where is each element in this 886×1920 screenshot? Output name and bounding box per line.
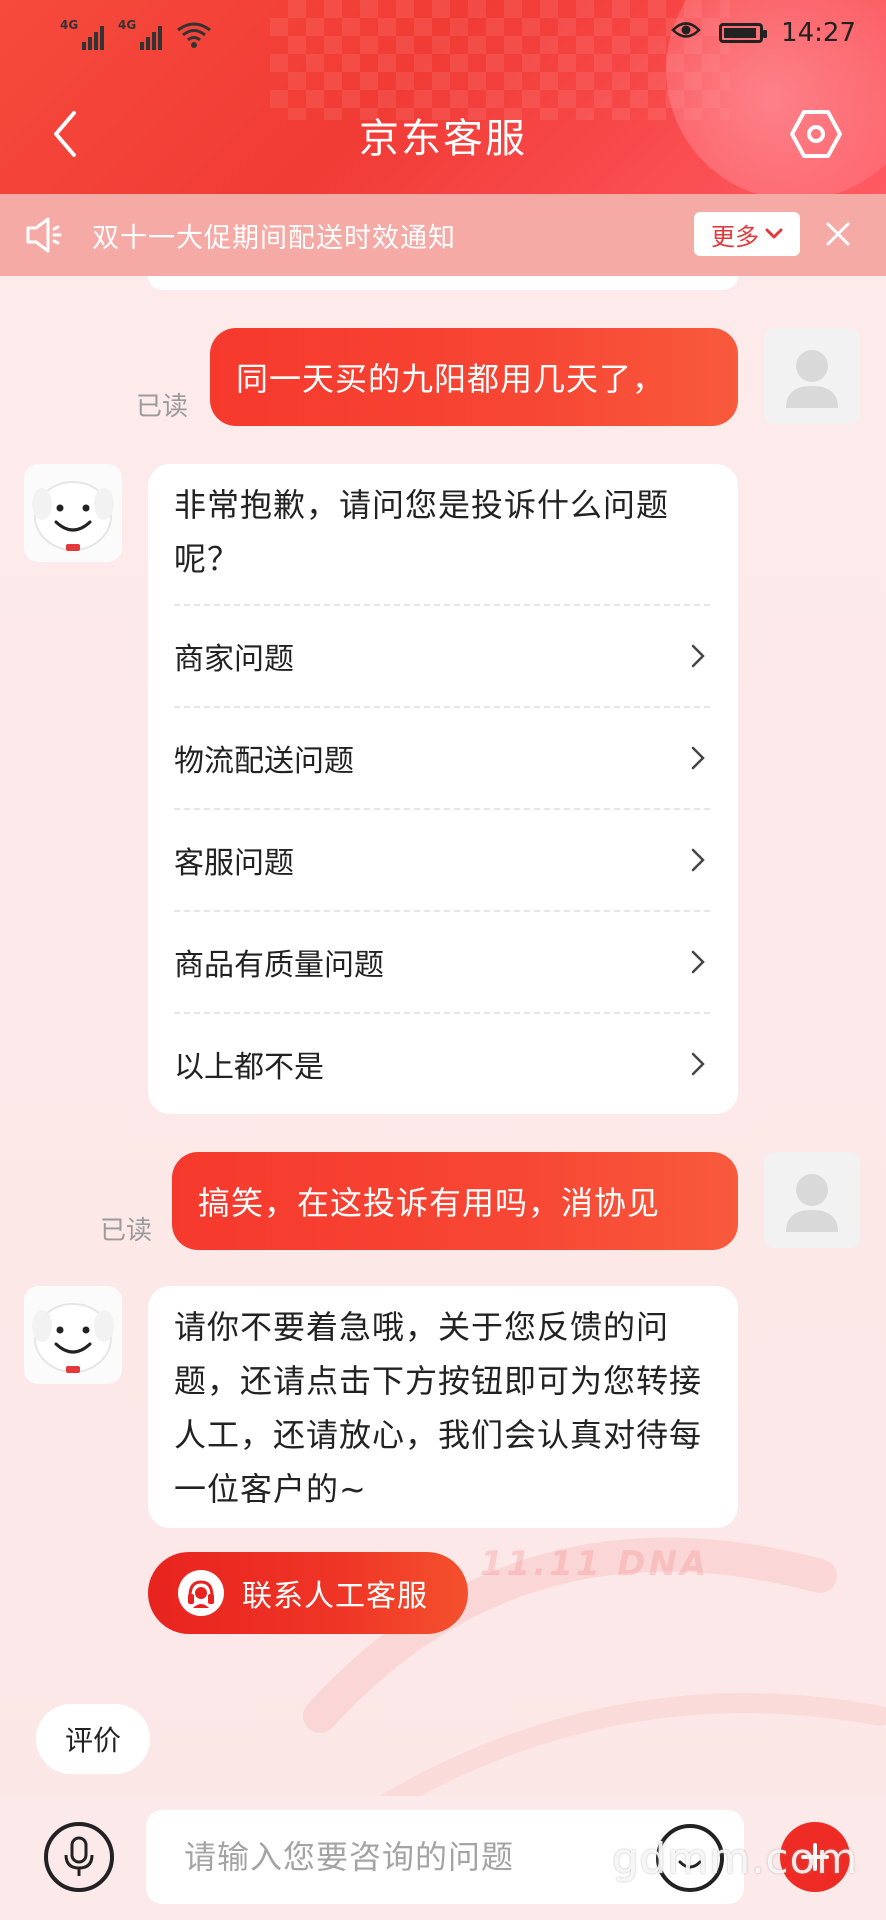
- previous-message-card: [148, 276, 738, 290]
- bot-message-card: 请你不要着急哦，关于您反馈的问题，还请点击下方按钮即可为您转接人工，还请放心，我…: [148, 1286, 738, 1528]
- option-label: 以上都不是: [174, 1050, 324, 1085]
- dna-decor: 11.11 DNA: [480, 1544, 710, 1584]
- jd-dog-avatar-icon: [32, 481, 114, 551]
- speaker-icon: [24, 212, 70, 258]
- status-left: 4G 4G: [60, 18, 212, 50]
- page-title: 京东客服: [359, 116, 527, 162]
- option-label: 商品有质量问题: [174, 948, 384, 983]
- user-message-bubble[interactable]: 搞笑，在这投诉有用吗，消协见: [172, 1152, 738, 1250]
- option-customer-service[interactable]: 客服问题: [174, 808, 710, 910]
- bot-avatar[interactable]: [24, 1286, 122, 1384]
- user-avatar[interactable]: [764, 328, 860, 424]
- contact-agent-button[interactable]: 联系人工客服: [148, 1552, 468, 1634]
- microphone-icon: [64, 1836, 94, 1876]
- option-label: 客服问题: [174, 846, 294, 881]
- chevron-right-icon: [686, 1052, 710, 1076]
- user-message-bubble[interactable]: 同一天买的九阳都用几天了，: [210, 328, 738, 426]
- status-bar: 4G 4G 14:27: [0, 0, 886, 72]
- chevron-right-icon: [686, 950, 710, 974]
- bot-message-text: 非常抱歉，请问您是投诉什么问题呢？: [174, 486, 670, 578]
- more-label: 更多: [711, 222, 759, 251]
- contact-agent-label: 联系人工客服: [242, 1579, 428, 1614]
- clock: 14:27: [781, 18, 856, 48]
- user-avatar[interactable]: [764, 1152, 860, 1248]
- battery-icon: [719, 23, 768, 43]
- header: 4G 4G 14:27 京东客服: [0, 0, 886, 194]
- notice-bar[interactable]: 双十一大促期间配送时效通知 更多: [0, 194, 886, 276]
- close-icon: [826, 222, 850, 246]
- watermark: gdmm.com: [612, 1834, 859, 1883]
- chat-area[interactable]: 11.11 DNA 已读 同一天买的九阳都用几天了， 非常抱歉，请问您是投诉什么…: [0, 276, 886, 1886]
- notice-text: 双十一大促期间配送时效通知: [92, 223, 456, 254]
- option-merchant[interactable]: 商家问题: [174, 604, 710, 706]
- wifi-icon: [176, 20, 212, 50]
- signal-type-2: 4G: [118, 18, 137, 32]
- user-avatar-icon: [786, 1174, 838, 1232]
- nav-bar: 京东客服: [0, 80, 886, 190]
- chat-page: 4G 4G 14:27 京东客服 双十一大促期间配送时效通知 更多 11.11 …: [0, 0, 886, 1920]
- settings-button[interactable]: [784, 102, 848, 166]
- option-label: 物流配送问题: [174, 744, 354, 779]
- gear-icon: [790, 110, 842, 158]
- option-none[interactable]: 以上都不是: [174, 1012, 710, 1114]
- chevron-right-icon: [686, 644, 710, 668]
- headset-icon: [178, 1570, 224, 1616]
- close-button[interactable]: [818, 214, 858, 254]
- signal-type-1: 4G: [60, 18, 79, 32]
- option-label: 商家问题: [174, 642, 294, 677]
- input-bar: gdmm.com: [0, 1796, 886, 1920]
- more-button[interactable]: 更多: [694, 212, 800, 256]
- signal-icon: 4G: [60, 18, 104, 50]
- read-status: 已读: [100, 1216, 153, 1246]
- chevron-down-icon: [765, 228, 783, 239]
- bot-avatar[interactable]: [24, 464, 122, 562]
- status-right: 14:27: [671, 18, 856, 48]
- read-status: 已读: [136, 392, 189, 422]
- chevron-right-icon: [686, 848, 710, 872]
- option-logistics[interactable]: 物流配送问题: [174, 706, 710, 808]
- bot-message-card: 非常抱歉，请问您是投诉什么问题呢？ 商家问题 物流配送问题 客服问题 商品有质量…: [148, 464, 738, 1114]
- rate-button[interactable]: 评价: [36, 1704, 150, 1774]
- bot-message-text: 请你不要着急哦，关于您反馈的问题，还请点击下方按钮即可为您转接人工，还请放心，我…: [174, 1308, 703, 1508]
- jd-dog-avatar-icon: [32, 1303, 114, 1373]
- voice-button[interactable]: [44, 1822, 114, 1892]
- eye-icon: [671, 18, 701, 48]
- chevron-right-icon: [686, 746, 710, 770]
- signal-icon: 4G: [118, 18, 162, 50]
- option-quality[interactable]: 商品有质量问题: [174, 910, 710, 1012]
- user-avatar-icon: [786, 350, 838, 408]
